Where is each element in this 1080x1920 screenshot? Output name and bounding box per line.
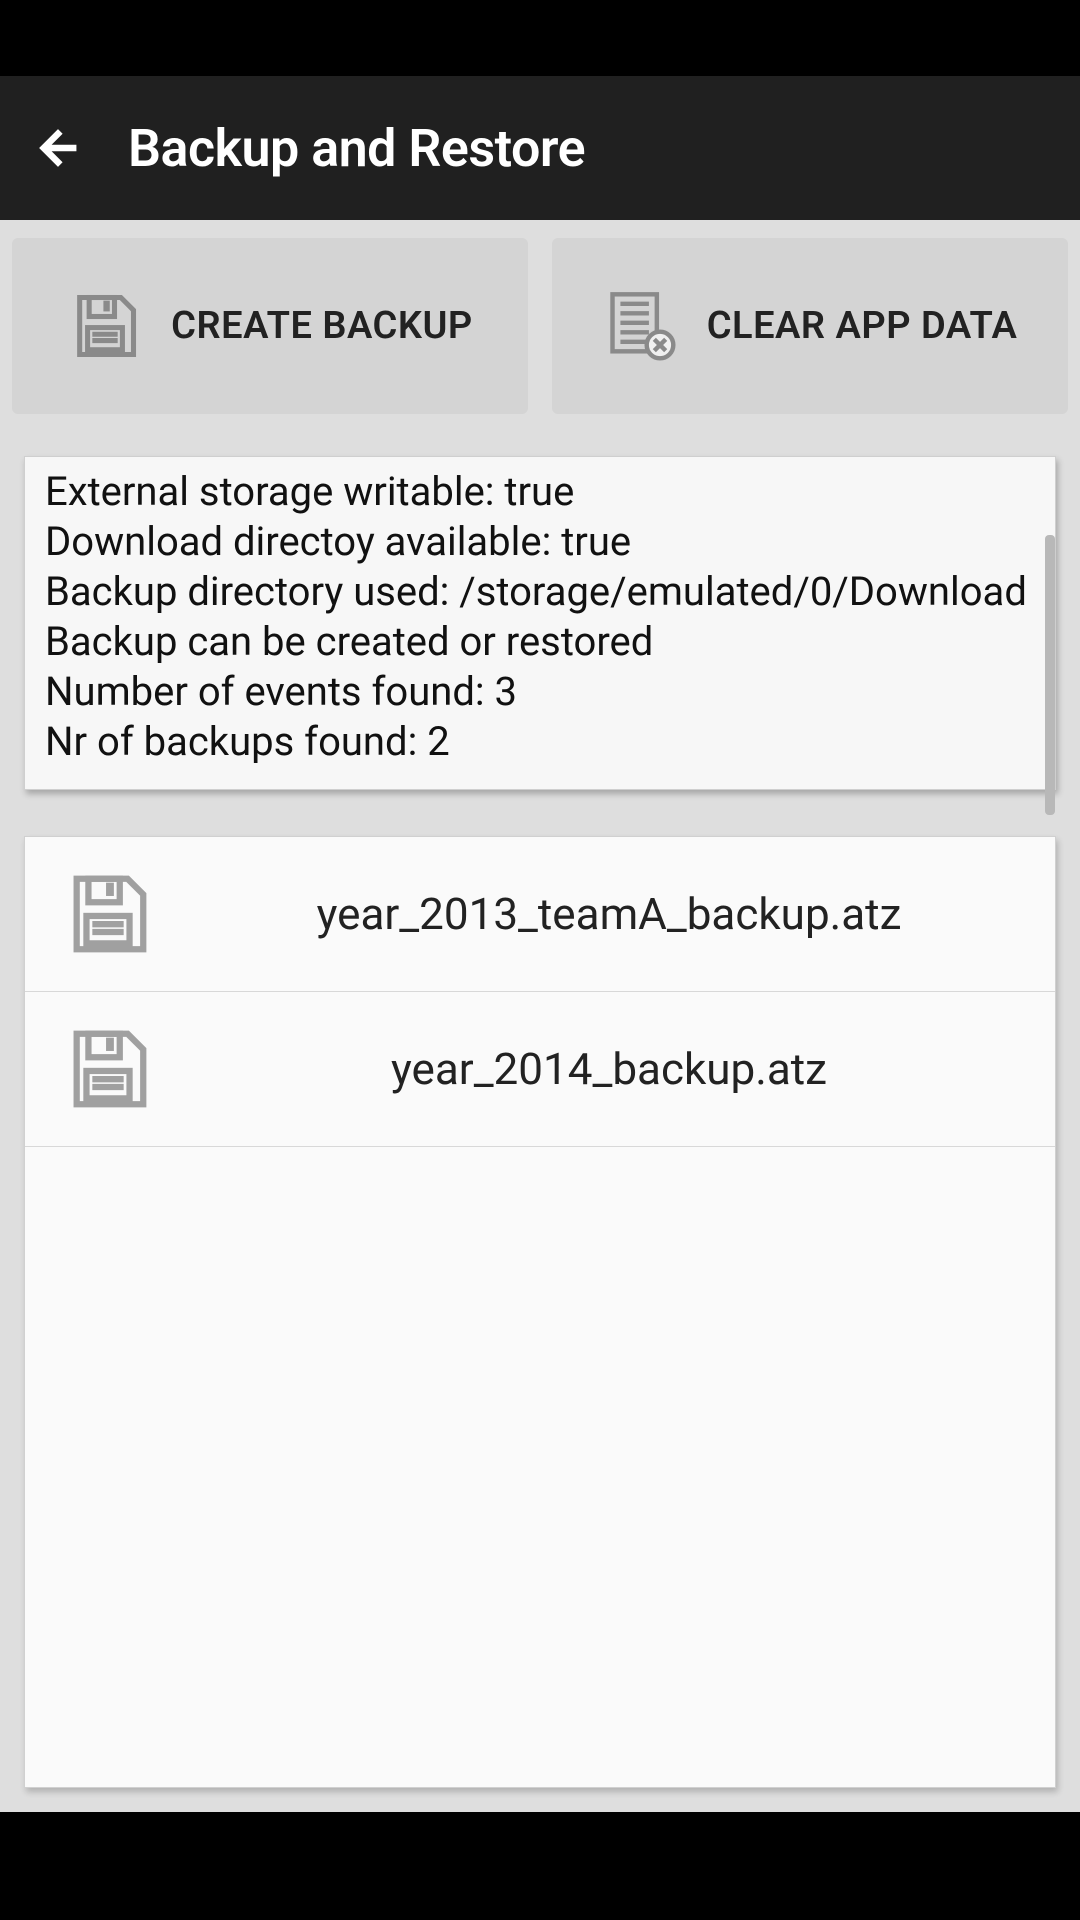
back-button[interactable] [28, 118, 88, 178]
info-line: Backup can be created or restored [45, 617, 1035, 667]
app-bar: Backup and Restore [0, 76, 1080, 220]
info-line: Backup directory used: /storage/emulated… [45, 567, 1035, 617]
info-line: Nr of backups found: 2 [45, 717, 1035, 767]
scrollbar-thumb[interactable] [1045, 535, 1055, 815]
floppy-icon [61, 867, 155, 961]
backup-filename: year_2013_teamA_backup.atz [199, 888, 1019, 940]
info-line: External storage writable: true [45, 467, 1035, 517]
letterbox-top [0, 0, 1080, 76]
backup-list: year_2013_teamA_backup.atz year_2014_bac… [24, 836, 1056, 1788]
letterbox-bottom [0, 1812, 1080, 1920]
create-backup-label: CREATE BACKUP [171, 304, 473, 348]
backup-filename: year_2014_backup.atz [199, 1043, 1019, 1095]
clear-app-data-button[interactable]: CLEAR APP DATA [552, 238, 1068, 414]
info-line: Download directoy available: true [45, 517, 1035, 567]
action-button-row: CREATE BACKUP CLEAR APP DATA [0, 220, 1080, 432]
page-title: Backup and Restore [128, 118, 585, 179]
floppy-icon [67, 288, 143, 364]
clear-app-data-label: CLEAR APP DATA [707, 304, 1018, 348]
backup-list-item[interactable]: year_2014_backup.atz [25, 992, 1055, 1147]
create-backup-button[interactable]: CREATE BACKUP [12, 238, 528, 414]
floppy-icon [61, 1022, 155, 1116]
arrow-left-icon [32, 122, 84, 174]
info-line: Number of events found: 3 [45, 667, 1035, 717]
backup-list-item[interactable]: year_2013_teamA_backup.atz [25, 837, 1055, 992]
app-screen: Backup and Restore CREATE BACKUP [0, 76, 1080, 1812]
list-clear-icon [603, 288, 679, 364]
status-info-card[interactable]: External storage writable: true Download… [24, 456, 1056, 790]
